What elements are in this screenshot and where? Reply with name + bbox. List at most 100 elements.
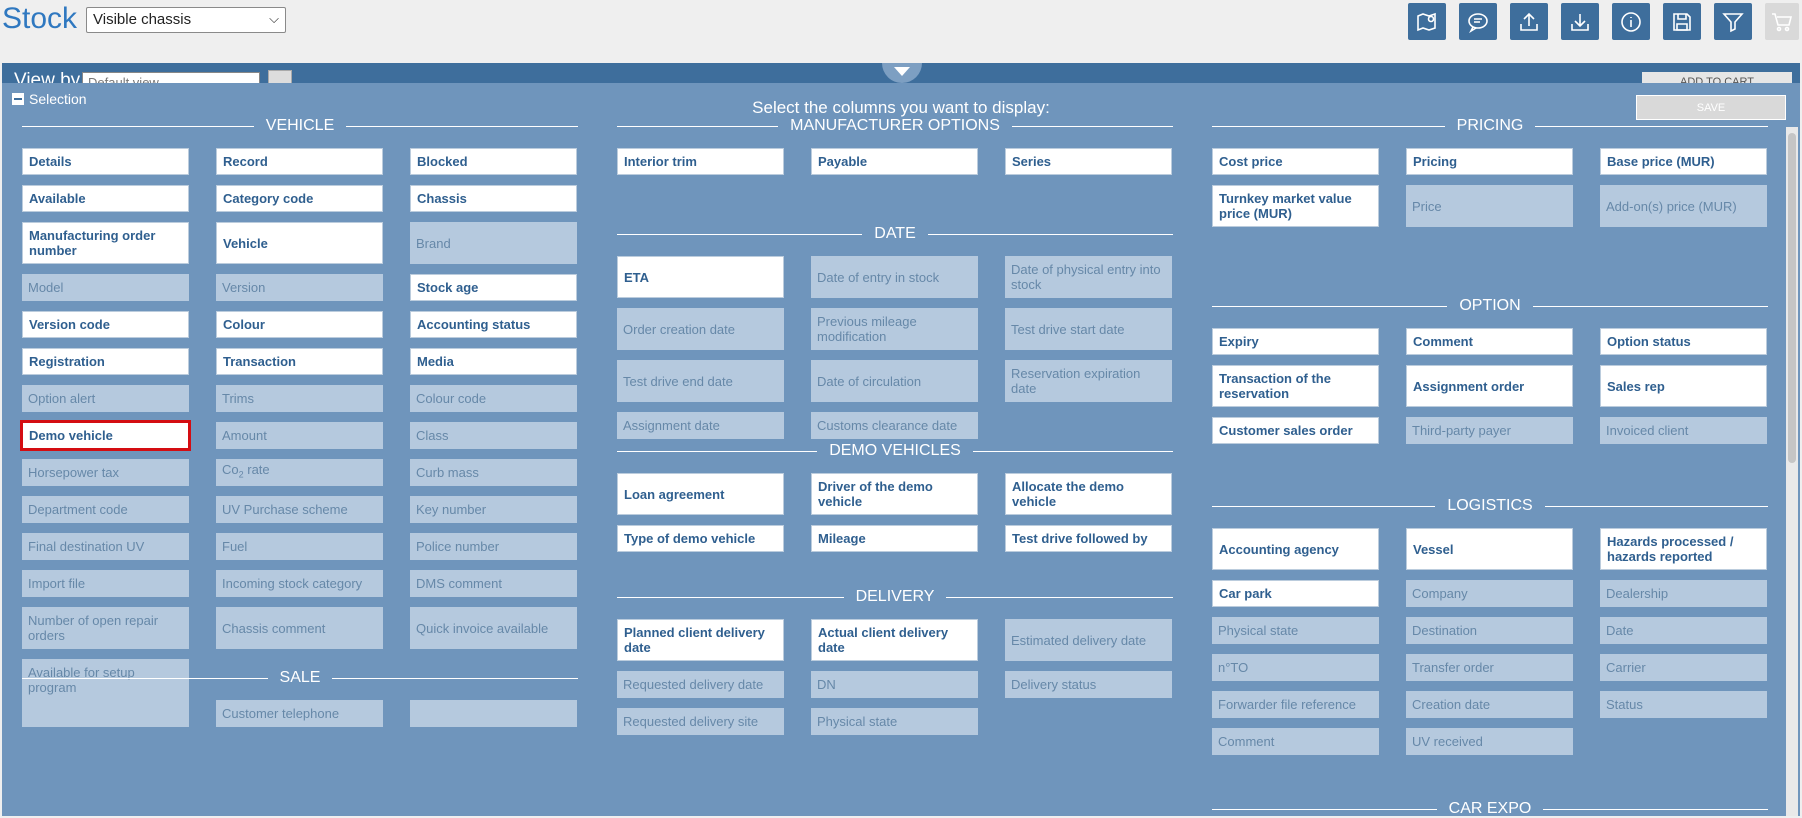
column-option[interactable]: Requested delivery date bbox=[617, 671, 784, 698]
column-option[interactable]: Available bbox=[22, 185, 189, 212]
column-option[interactable]: Invoiced client bbox=[1600, 417, 1767, 444]
column-option[interactable]: Key number bbox=[410, 496, 577, 523]
column-option[interactable]: Police number bbox=[410, 533, 577, 560]
column-option[interactable]: Co2 rate bbox=[216, 459, 383, 486]
column-option[interactable]: Colour code bbox=[410, 385, 577, 412]
column-option[interactable]: Transfer order bbox=[1406, 654, 1573, 681]
column-option[interactable]: Hazards processed / hazards reported bbox=[1600, 528, 1767, 570]
column-option[interactable] bbox=[410, 700, 577, 727]
column-option[interactable]: Trims bbox=[216, 385, 383, 412]
column-option[interactable]: Colour bbox=[216, 311, 383, 338]
column-option[interactable]: Comment bbox=[1212, 728, 1379, 755]
column-option[interactable]: Planned client delivery date bbox=[617, 619, 784, 661]
map-pin-button[interactable] bbox=[1408, 3, 1446, 40]
column-option[interactable]: Destination bbox=[1406, 617, 1573, 644]
column-option[interactable]: Assignment order bbox=[1406, 365, 1573, 407]
column-option[interactable]: Company bbox=[1406, 580, 1573, 607]
column-option[interactable]: Series bbox=[1005, 148, 1172, 175]
column-option[interactable]: Option alert bbox=[22, 385, 189, 412]
column-option[interactable]: UV Purchase scheme bbox=[216, 496, 383, 523]
column-option[interactable]: Version code bbox=[22, 311, 189, 338]
column-option[interactable]: Version bbox=[216, 274, 383, 301]
column-option[interactable]: Comment bbox=[1406, 328, 1573, 355]
column-option[interactable]: Date of circulation bbox=[811, 360, 978, 402]
column-option[interactable]: Base price (MUR) bbox=[1600, 148, 1767, 175]
column-option[interactable]: Details bbox=[22, 148, 189, 175]
column-option[interactable]: Transaction of the reservation bbox=[1212, 365, 1379, 407]
column-option[interactable]: Forwarder file reference bbox=[1212, 691, 1379, 718]
column-option[interactable]: Amount bbox=[216, 422, 383, 449]
column-option[interactable]: Creation date bbox=[1406, 691, 1573, 718]
column-option[interactable]: Dealership bbox=[1600, 580, 1767, 607]
column-option[interactable]: Quick invoice available bbox=[410, 607, 577, 649]
column-option[interactable]: Price bbox=[1406, 185, 1573, 227]
chat-button[interactable] bbox=[1459, 3, 1497, 40]
scrollbar[interactable] bbox=[1786, 127, 1798, 816]
column-option[interactable]: Pricing bbox=[1406, 148, 1573, 175]
column-option[interactable]: Customs clearance date bbox=[811, 412, 978, 439]
column-option[interactable]: Vehicle bbox=[216, 222, 383, 264]
column-option[interactable]: Test drive start date bbox=[1005, 308, 1172, 350]
column-option[interactable]: Actual client delivery date bbox=[811, 619, 978, 661]
column-option[interactable]: Brand bbox=[410, 222, 577, 264]
column-option[interactable]: n°TO bbox=[1212, 654, 1379, 681]
column-option[interactable]: Reservation expiration date bbox=[1005, 360, 1172, 402]
column-option[interactable]: Stock age bbox=[410, 274, 577, 301]
column-option[interactable]: Record bbox=[216, 148, 383, 175]
column-option[interactable]: Accounting status bbox=[410, 311, 577, 338]
column-option[interactable]: Category code bbox=[216, 185, 383, 212]
column-option[interactable]: Incoming stock category bbox=[216, 570, 383, 597]
column-option[interactable]: Status bbox=[1600, 691, 1767, 718]
column-option[interactable]: Test drive followed by bbox=[1005, 525, 1172, 552]
save-view-button[interactable] bbox=[1663, 3, 1701, 40]
column-option[interactable]: Carrier bbox=[1600, 654, 1767, 681]
column-option[interactable]: Payable bbox=[811, 148, 978, 175]
column-option[interactable]: Vessel bbox=[1406, 528, 1573, 570]
column-option[interactable]: Media bbox=[410, 348, 577, 375]
column-option[interactable]: Cost price bbox=[1212, 148, 1379, 175]
column-option[interactable]: Turnkey market value price (MUR) bbox=[1212, 185, 1379, 227]
column-option[interactable]: Order creation date bbox=[617, 308, 784, 350]
column-option[interactable]: ETA bbox=[617, 256, 784, 298]
column-option[interactable]: Transaction bbox=[216, 348, 383, 375]
column-option[interactable]: Physical state bbox=[811, 708, 978, 735]
column-option[interactable]: Sales rep bbox=[1600, 365, 1767, 407]
column-option[interactable]: Date of entry in stock bbox=[811, 256, 978, 298]
upload-button[interactable] bbox=[1510, 3, 1548, 40]
column-option[interactable]: Customer telephone bbox=[216, 700, 383, 727]
column-option[interactable]: Chassis comment bbox=[216, 607, 383, 649]
view-select[interactable]: Visible chassis ⌵ bbox=[86, 7, 286, 33]
column-option[interactable]: Driver of the demo vehicle bbox=[811, 473, 978, 515]
column-option[interactable]: Class bbox=[410, 422, 577, 449]
cart-button[interactable] bbox=[1765, 3, 1799, 40]
column-option[interactable]: UV received bbox=[1406, 728, 1573, 755]
column-option[interactable]: Physical state bbox=[1212, 617, 1379, 644]
column-option[interactable]: Fuel bbox=[216, 533, 383, 560]
column-option[interactable]: Expiry bbox=[1212, 328, 1379, 355]
column-option[interactable]: Manufacturing order number bbox=[22, 222, 189, 264]
column-option[interactable]: Curb mass bbox=[410, 459, 577, 486]
info-button[interactable] bbox=[1612, 3, 1650, 40]
column-option[interactable]: DN bbox=[811, 671, 978, 698]
column-option[interactable]: Accounting agency bbox=[1212, 528, 1379, 570]
column-option[interactable]: Model bbox=[22, 274, 189, 301]
column-option[interactable]: Blocked bbox=[410, 148, 577, 175]
column-option[interactable]: Car park bbox=[1212, 580, 1379, 607]
column-option[interactable]: Interior trim bbox=[617, 148, 784, 175]
column-option[interactable]: Final destination UV bbox=[22, 533, 189, 560]
column-option[interactable]: Requested delivery site bbox=[617, 708, 784, 735]
column-option[interactable]: Horsepower tax bbox=[22, 459, 189, 486]
column-option[interactable]: DMS comment bbox=[410, 570, 577, 597]
column-option[interactable]: Mileage bbox=[811, 525, 978, 552]
column-option[interactable]: Demo vehicle bbox=[20, 420, 191, 451]
column-option[interactable]: Department code bbox=[22, 496, 189, 523]
column-option[interactable]: Allocate the demo vehicle bbox=[1005, 473, 1172, 515]
column-option[interactable]: Chassis bbox=[410, 185, 577, 212]
download-button[interactable] bbox=[1561, 3, 1599, 40]
column-option[interactable]: Previous mileage modification bbox=[811, 308, 978, 350]
column-option[interactable] bbox=[22, 700, 189, 727]
column-option[interactable]: Registration bbox=[22, 348, 189, 375]
column-option[interactable]: Add-on(s) price (MUR) bbox=[1600, 185, 1767, 227]
column-option[interactable]: Date bbox=[1600, 617, 1767, 644]
column-option[interactable]: Option status bbox=[1600, 328, 1767, 355]
